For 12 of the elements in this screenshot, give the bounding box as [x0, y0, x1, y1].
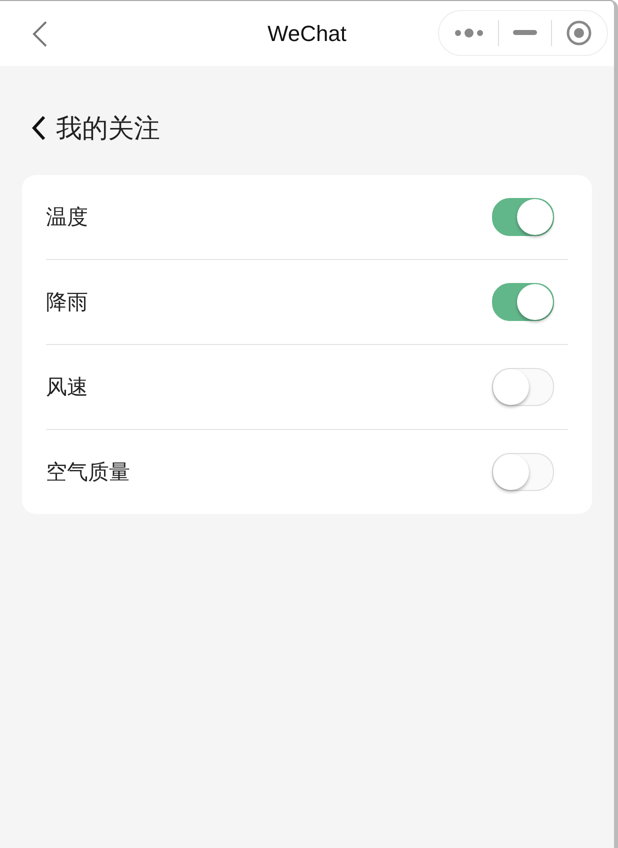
minimize-icon[interactable] — [513, 30, 537, 36]
toggle-switch[interactable] — [492, 198, 554, 236]
setting-label: 温度 — [46, 204, 88, 231]
page-title: 我的关注 — [56, 112, 160, 146]
more-icon[interactable] — [454, 27, 484, 39]
setting-label: 降雨 — [46, 289, 88, 316]
setting-label: 空气质量 — [46, 459, 130, 486]
back-icon[interactable] — [32, 115, 46, 141]
close-icon[interactable] — [566, 20, 592, 46]
setting-label: 风速 — [46, 374, 88, 401]
toggle-switch[interactable] — [492, 283, 554, 321]
window-title: WeChat — [267, 20, 347, 46]
